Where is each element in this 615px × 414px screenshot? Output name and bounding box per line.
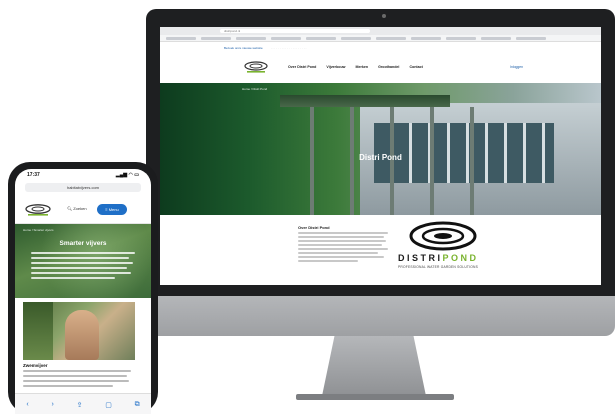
camera-icon xyxy=(382,14,386,18)
breadcrumb[interactable]: Home / Distri Pond xyxy=(242,87,267,91)
status-time: 17:37 xyxy=(27,172,40,178)
distripond-logo xyxy=(409,221,477,251)
imac-chin xyxy=(146,296,615,336)
bookmark-item[interactable] xyxy=(516,36,546,40)
nav-menu: Over Distri Pond Vijverbouw Merken Groot… xyxy=(288,65,423,69)
building-canopy xyxy=(280,95,450,107)
site-navigation: Over Distri Pond Vijverbouw Merken Groot… xyxy=(160,53,601,83)
plant-foliage xyxy=(23,302,53,360)
bookmarks-icon[interactable]: ▢ xyxy=(105,401,112,409)
tabs-icon[interactable]: ⧉ xyxy=(135,401,140,409)
brand-name-pond: POND xyxy=(442,253,479,263)
brand-tagline: PROFESSIONAL WATER GARDEN SOLUTIONS xyxy=(398,265,478,269)
back-icon[interactable]: ‹ xyxy=(26,401,28,408)
card-heading[interactable]: Zwemvijver xyxy=(23,363,48,368)
mobile-hero: Home / Smarter vijvers Smarter vijvers xyxy=(15,224,151,298)
imac-foot xyxy=(296,394,454,400)
mobile-hero-title: Smarter vijvers xyxy=(59,240,107,247)
desktop-screen: distripond.nl Bezoek onze nieuwe website… xyxy=(160,27,601,285)
bookmark-item[interactable] xyxy=(236,36,266,40)
brand-name-distri: DISTRI xyxy=(398,253,443,263)
nav-item[interactable]: Over Distri Pond xyxy=(288,65,316,69)
nav-item[interactable]: Contact xyxy=(409,65,422,69)
status-bar: 17:37 ▂▄▆ ◠ ▭ xyxy=(15,169,151,181)
mobile-breadcrumb[interactable]: Home / Smarter vijvers xyxy=(23,228,54,232)
bookmark-item[interactable] xyxy=(306,36,336,40)
topbar-placeholder: · · · · · · · · · · · · · · · · · · · · xyxy=(270,46,307,50)
safari-toolbar: ‹ › ⇪ ▢ ⧉ xyxy=(15,393,151,414)
forward-icon[interactable]: › xyxy=(51,401,53,408)
mobile-site-logo[interactable] xyxy=(23,203,53,217)
site-logo[interactable] xyxy=(242,60,270,74)
phone-screen: 17:37 ▂▄▆ ◠ ▭ habitatvijvers.com 🔍︎ Zoek… xyxy=(15,169,151,414)
card-image[interactable] xyxy=(23,302,135,360)
bookmark-item[interactable] xyxy=(201,36,231,40)
bookmark-item[interactable] xyxy=(271,36,301,40)
hero-title: Distri Pond xyxy=(359,153,402,162)
site-topbar: Bezoek onze nieuwe website · · · · · · ·… xyxy=(160,43,601,53)
nav-item[interactable]: Vijverbouw xyxy=(326,65,345,69)
bookmark-item[interactable] xyxy=(376,36,406,40)
brand-name: DISTRIPOND xyxy=(398,253,479,263)
nav-item[interactable]: Groothandel xyxy=(378,65,399,69)
mobile-hero-text xyxy=(31,252,135,282)
bookmark-item[interactable] xyxy=(446,36,476,40)
bookmarks-bar xyxy=(160,35,601,42)
swimmer-figure xyxy=(65,310,99,360)
about-section: Over Distri Pond DISTRIPOND PROFESSIONAL… xyxy=(160,215,601,285)
mobile-menu-button[interactable]: ≡ Menu xyxy=(97,204,127,215)
hero-banner: Home / Distri Pond Distri Pond xyxy=(160,83,601,215)
bookmark-item[interactable] xyxy=(341,36,371,40)
mobile-header: 🔍︎ Zoeken ≡ Menu xyxy=(15,197,151,224)
share-icon[interactable]: ⇪ xyxy=(77,401,83,409)
nav-item[interactable]: Merken xyxy=(355,65,368,69)
card-text xyxy=(23,370,133,390)
bookmark-item[interactable] xyxy=(166,36,196,40)
search-label: Zoeken xyxy=(73,206,87,211)
bookmark-item[interactable] xyxy=(481,36,511,40)
status-icons: ▂▄▆ ◠ ▭ xyxy=(115,172,139,178)
about-heading: Over Distri Pond xyxy=(298,225,330,230)
mobile-address-bar[interactable]: habitatvijvers.com xyxy=(25,183,141,192)
bookmark-item[interactable] xyxy=(411,36,441,40)
imac-stand xyxy=(322,336,426,396)
mobile-search-button[interactable]: 🔍︎ Zoeken xyxy=(67,206,87,211)
address-bar[interactable]: distripond.nl xyxy=(220,29,370,33)
login-link[interactable]: Inloggen xyxy=(510,65,523,69)
about-text xyxy=(298,232,388,264)
topbar-link[interactable]: Bezoek onze nieuwe website xyxy=(224,46,263,50)
